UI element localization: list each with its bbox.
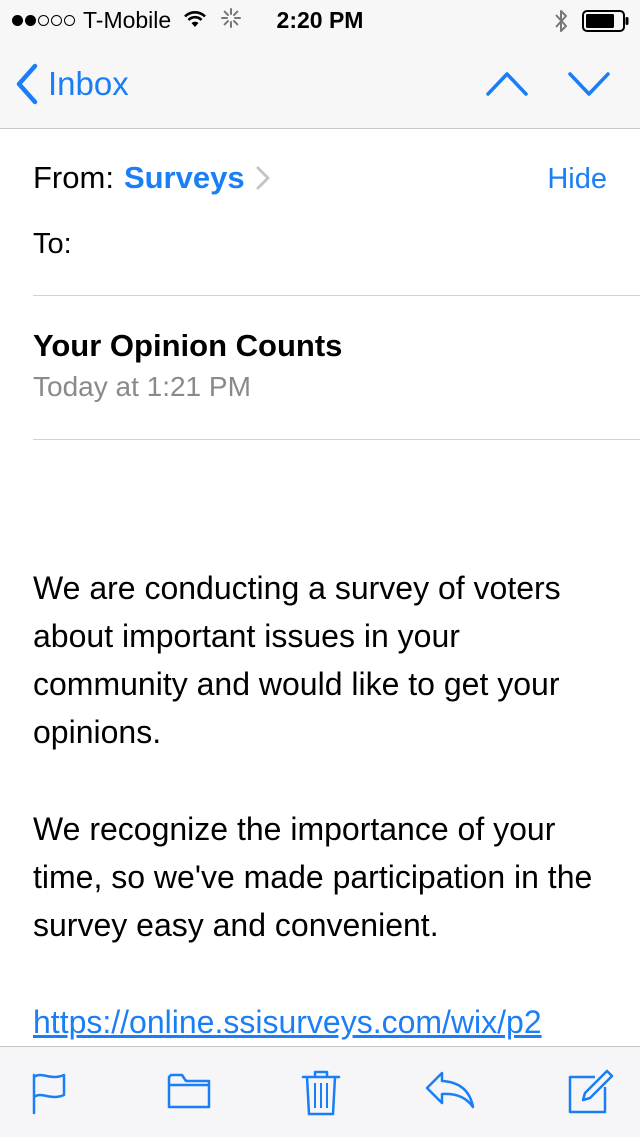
move-to-folder-button[interactable] [166,1069,212,1116]
chevron-down-icon [568,72,610,96]
from-label: From: [33,160,114,195]
flag-button[interactable] [30,1069,70,1120]
status-time: 2:20 PM [276,7,364,33]
chevron-left-icon [16,63,38,105]
compose-icon [568,1069,614,1114]
bluetooth-icon [554,8,568,40]
status-bar: T-Mobile 2:20 PM [0,0,640,40]
flag-icon [32,1073,66,1115]
body-paragraph: We are conducting a survey of voters abo… [33,570,561,750]
compose-button[interactable] [567,1069,615,1120]
to-row: To: [33,228,72,261]
sender-name: Surveys [123,160,245,195]
reply-button[interactable] [424,1069,476,1116]
divider [33,439,640,440]
status-bar-right [554,8,630,40]
battery-icon [582,10,630,38]
navigation-bar: Inbox [0,40,640,129]
survey-link[interactable]: https://online.ssisurveys.com/wix/p2 [33,998,542,1046]
back-button-label: Inbox [48,65,129,102]
chevron-up-icon [486,72,528,96]
chevron-right-icon [256,166,270,190]
message-subject: Your Opinion Counts [33,328,343,363]
bottom-toolbar [0,1046,640,1137]
sender-link[interactable]: Surveys [124,160,271,196]
divider [33,295,640,296]
folder-icon [167,1073,211,1109]
trash-icon [301,1070,341,1116]
to-label: To: [33,228,72,260]
previous-message-button[interactable] [484,66,530,105]
message-date: Today at 1:21 PM [33,371,251,402]
delete-button[interactable] [301,1069,341,1122]
body-paragraph: We recognize the importance of your time… [33,811,593,943]
reply-icon [425,1071,475,1109]
hide-details-button[interactable]: Hide [547,163,607,196]
next-message-button[interactable] [566,66,612,105]
from-row: From: Surveys [33,160,271,196]
back-to-inbox-button[interactable]: Inbox [14,62,129,106]
